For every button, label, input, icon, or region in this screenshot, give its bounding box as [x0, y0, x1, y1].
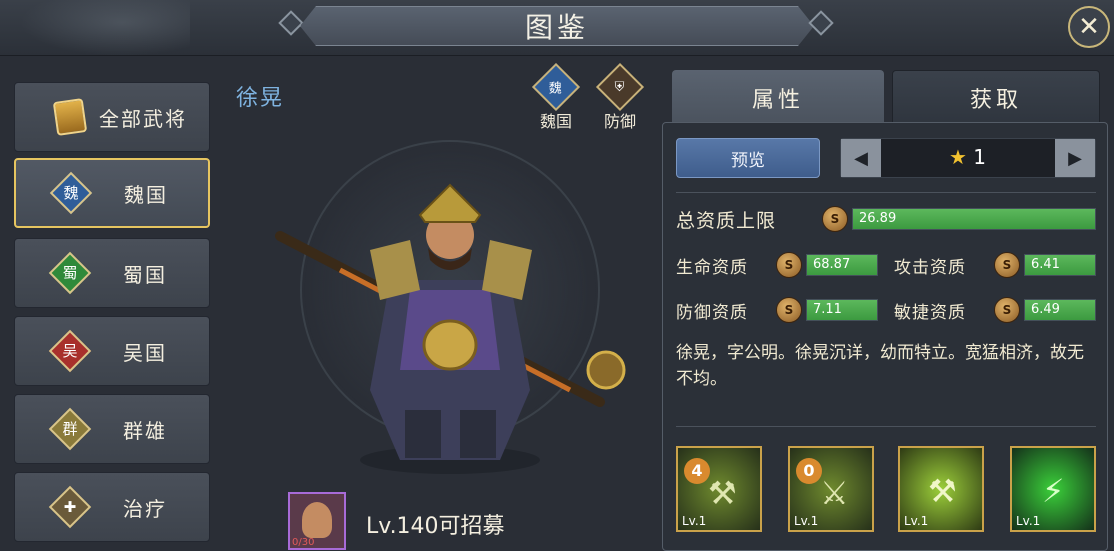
- sidebar-item-label: 吴国: [123, 340, 167, 365]
- aptitude-coin-icon: S: [776, 252, 802, 278]
- heal-icon: ✚: [48, 485, 92, 529]
- sidebar-item-label: 全部武将: [99, 106, 187, 131]
- attack-aptitude-label: 攻击资质: [894, 258, 966, 278]
- sidebar-item-wu[interactable]: 吴 吴国: [14, 316, 210, 386]
- aptitude-coin-icon: S: [776, 297, 802, 323]
- hp-aptitude-bar: 68.87: [806, 254, 878, 276]
- recruit-requirement: Lv.140可招募: [366, 514, 505, 539]
- star-icon: ★: [949, 145, 967, 169]
- hero-portrait: [275, 183, 626, 474]
- sidebar-item-label: 魏国: [124, 182, 168, 207]
- sidebar-item-label: 蜀国: [123, 262, 167, 287]
- shield-icon: ⛨: [595, 62, 645, 112]
- title-ornament-left: [278, 10, 304, 36]
- axe-storm-skill-icon: ⚡: [1042, 472, 1065, 510]
- title-ornament-right: [808, 10, 834, 36]
- skill-level: Lv.1: [904, 514, 929, 528]
- agility-aptitude-bar: 6.49: [1024, 299, 1096, 321]
- skill-slot-2[interactable]: ⚔ 0 Lv.1: [788, 446, 874, 532]
- top-bar: 图鉴 ✕: [0, 0, 1114, 56]
- hp-aptitude-label: 生命资质: [676, 258, 748, 278]
- page-title: 图鉴: [524, 11, 589, 44]
- defense-aptitude-bar: 7.11: [806, 299, 878, 321]
- divider: [676, 426, 1096, 427]
- axe-strike-skill-icon: ⚔: [820, 474, 849, 512]
- hp-aptitude-value: 68.87: [813, 257, 851, 272]
- chevron-right-icon: ▶: [1068, 147, 1082, 169]
- tab-attributes[interactable]: 属性: [672, 70, 884, 126]
- wei-faction-icon: 魏: [49, 171, 93, 215]
- defense-aptitude-label: 防御资质: [676, 303, 748, 323]
- header-ornament: [20, 0, 190, 56]
- skill-level: Lv.1: [682, 514, 707, 528]
- attack-aptitude-value: 6.41: [1031, 257, 1060, 272]
- star-value: 1: [973, 145, 987, 169]
- star-level: ★ 1: [949, 145, 986, 169]
- skill-count-badge: 0: [796, 458, 822, 484]
- total-aptitude-bar: 26.89: [852, 208, 1096, 230]
- role-badge: ⛨ 防御: [595, 62, 645, 132]
- title-plate: 图鉴: [300, 6, 814, 46]
- sidebar-item-label: 治疗: [123, 496, 167, 521]
- total-aptitude-label: 总资质上限: [676, 210, 777, 232]
- star-next-button[interactable]: ▶: [1055, 139, 1095, 177]
- general-icon: [52, 98, 88, 136]
- agility-aptitude-label: 敏捷资质: [894, 303, 966, 323]
- close-icon: ✕: [1078, 12, 1100, 42]
- sidebar-item-qunxiong[interactable]: 群 群雄: [14, 394, 210, 464]
- aptitude-coin-icon: S: [822, 206, 848, 232]
- aptitude-coin-icon: S: [994, 252, 1020, 278]
- skill-level: Lv.1: [1016, 514, 1041, 528]
- divider: [676, 192, 1096, 193]
- qun-faction-icon: 群: [48, 407, 92, 451]
- skill-slot-1[interactable]: ⚒ 4 Lv.1: [676, 446, 762, 532]
- wu-faction-icon: 吴: [48, 329, 92, 373]
- sidebar-item-label: 群雄: [123, 418, 167, 443]
- wei-faction-icon: 魏: [531, 62, 581, 112]
- skill-slot-3[interactable]: ⚒ Lv.1: [898, 446, 984, 532]
- faction-sidebar: 全部武将 魏 魏国 蜀 蜀国 吴 吴国 群 群雄 ✚ 治疗: [0, 70, 220, 551]
- chevron-left-icon: ◀: [854, 147, 868, 169]
- tab-obtain[interactable]: 获取: [892, 70, 1100, 126]
- hero-name: 徐晃: [236, 86, 285, 111]
- close-button[interactable]: ✕: [1068, 6, 1110, 48]
- skill-slot-4[interactable]: ⚡ Lv.1: [1010, 446, 1096, 532]
- hero-biography: 徐晃，字公明。徐晃沉详，幼而特立。宽猛相济，故无不均。: [676, 343, 1084, 389]
- skill-count-badge: 4: [684, 458, 710, 484]
- defense-aptitude-value: 7.11: [813, 302, 842, 317]
- shu-faction-icon: 蜀: [48, 251, 92, 295]
- aptitude-coin-icon: S: [994, 297, 1020, 323]
- sidebar-item-wei[interactable]: 魏 魏国: [14, 158, 210, 228]
- agility-aptitude-value: 6.49: [1031, 302, 1060, 317]
- sidebar-item-all-generals[interactable]: 全部武将: [14, 82, 210, 152]
- attack-aptitude-bar: 6.41: [1024, 254, 1096, 276]
- star-selector: ◀ ★ 1 ▶: [840, 138, 1096, 178]
- star-prev-button[interactable]: ◀: [841, 139, 881, 177]
- shard-progress: 0/30: [292, 537, 315, 548]
- axe-skill-icon: ⚒: [708, 474, 737, 512]
- sidebar-item-heal[interactable]: ✚ 治疗: [14, 472, 210, 542]
- total-aptitude-value: 26.89: [859, 211, 897, 226]
- faction-badge: 魏 魏国: [531, 62, 581, 132]
- sidebar-item-shu[interactable]: 蜀 蜀国: [14, 238, 210, 308]
- faction-badge-label: 魏国: [539, 112, 572, 131]
- preview-button[interactable]: 预览: [676, 138, 820, 178]
- role-badge-label: 防御: [603, 112, 636, 131]
- recruit-shard-icon[interactable]: 0/30: [288, 492, 346, 550]
- axe-whirl-skill-icon: ⚒: [928, 472, 957, 510]
- skill-level: Lv.1: [794, 514, 819, 528]
